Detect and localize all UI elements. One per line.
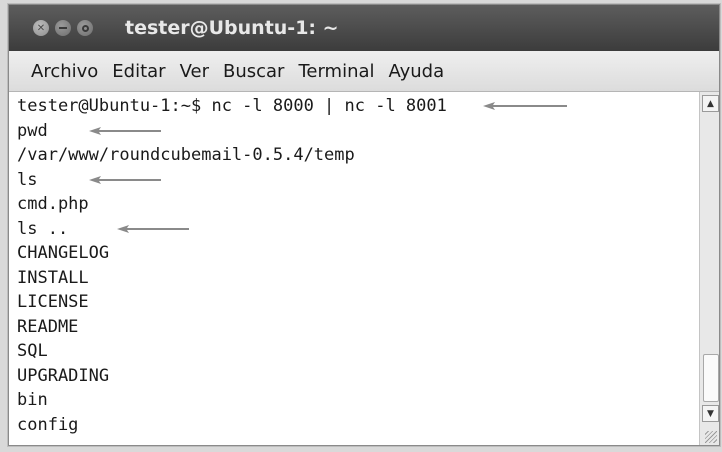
terminal-line-text: CHANGELOG xyxy=(17,243,110,263)
terminal-line: LICENSE xyxy=(17,290,699,315)
title-bar[interactable]: ✕ tester@Ubuntu-1: ~ xyxy=(9,5,719,51)
terminal-line: bin xyxy=(17,388,699,413)
left-arrow-icon xyxy=(89,175,161,184)
maximize-icon[interactable] xyxy=(77,20,93,36)
terminal-line-text: bin xyxy=(17,390,48,410)
terminal-line-text: LICENSE xyxy=(17,292,89,312)
terminal-line: cmd.php xyxy=(17,192,699,217)
terminal-line: config xyxy=(17,413,699,438)
terminal-line-text: tester@Ubuntu-1:~$ nc -l 8000 | nc -l 80… xyxy=(17,96,447,116)
window-title: tester@Ubuntu-1: ~ xyxy=(125,17,339,39)
terminal-line: pwd xyxy=(17,119,699,144)
scrollbar-thumb[interactable] xyxy=(703,354,719,402)
terminal-line: SQL xyxy=(17,339,699,364)
vertical-scrollbar[interactable]: ▲ ▼ xyxy=(699,92,719,445)
terminal-line-text: ls xyxy=(17,169,38,190)
scroll-down-arrow-icon[interactable]: ▼ xyxy=(702,405,719,422)
terminal-output[interactable]: tester@Ubuntu-1:~$ nc -l 8000 | nc -l 80… xyxy=(9,92,699,445)
terminal-line: INSTALL xyxy=(17,266,699,291)
terminal-line-text: cmd.php xyxy=(17,194,89,214)
terminal-line-text: pwd xyxy=(17,120,48,141)
minimize-icon[interactable] xyxy=(55,20,71,36)
terminal-line-text: INSTALL xyxy=(17,267,89,288)
left-arrow-icon xyxy=(89,126,161,135)
terminal-window: ✕ tester@Ubuntu-1: ~ Archivo Editar Ver … xyxy=(8,4,720,446)
left-arrow-icon xyxy=(117,224,189,233)
terminal-line-text: /var/www/roundcubemail-0.5.4/temp xyxy=(17,145,355,165)
close-icon[interactable]: ✕ xyxy=(33,20,49,36)
terminal-line: CHANGELOG xyxy=(17,241,699,266)
menu-bar: Archivo Editar Ver Buscar Terminal Ayuda xyxy=(9,51,719,92)
left-arrow-icon xyxy=(483,102,567,110)
scroll-up-arrow-icon[interactable]: ▲ xyxy=(702,95,719,112)
terminal-line: /var/www/roundcubemail-0.5.4/temp xyxy=(17,143,699,168)
terminal-line-text: config xyxy=(17,414,79,435)
terminal-line: UPGRADING xyxy=(17,364,699,389)
menu-buscar[interactable]: Buscar xyxy=(223,59,284,84)
terminal-line-text: SQL xyxy=(17,341,48,361)
terminal-line-text: README xyxy=(17,316,79,337)
menu-terminal[interactable]: Terminal xyxy=(298,59,374,84)
terminal-line: tester@Ubuntu-1:~$ nc -l 8000 | nc -l 80… xyxy=(17,94,699,119)
terminal-line-text: ls .. xyxy=(17,218,69,239)
terminal-line: ls xyxy=(17,168,699,193)
menu-ayuda[interactable]: Ayuda xyxy=(389,59,445,84)
menu-ver[interactable]: Ver xyxy=(180,59,209,84)
terminal-line: ls .. xyxy=(17,217,699,242)
menu-archivo[interactable]: Archivo xyxy=(31,59,98,84)
terminal-line-text: UPGRADING xyxy=(17,365,110,386)
menu-editar[interactable]: Editar xyxy=(112,59,165,84)
terminal-line: README xyxy=(17,315,699,340)
resize-grip-icon[interactable] xyxy=(705,431,717,443)
